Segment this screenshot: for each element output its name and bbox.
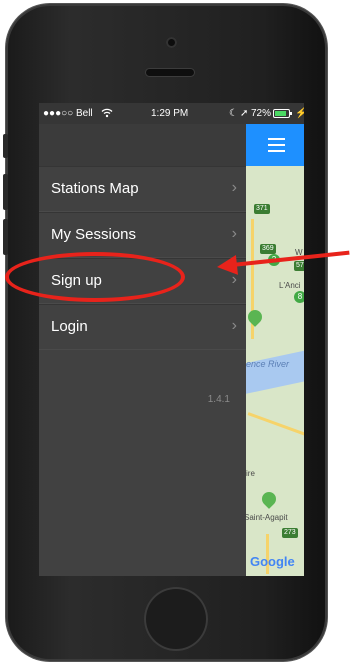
map-view[interactable]: 371 369 2 W 57 L'Anci 8 ence River ire S… [246,124,304,576]
map-label: ire [246,469,255,478]
moon-icon: ☾ [229,108,238,119]
home-button[interactable] [144,587,208,651]
earpiece-speaker [146,69,194,76]
chevron-right-icon: › [231,179,237,196]
side-menu: Stations Map › My Sessions › Sign up › L… [39,124,246,576]
wifi-icon [101,108,113,121]
menu-item-my-sessions[interactable]: My Sessions › [39,212,246,258]
battery-percent: 72% [251,108,272,119]
menu-header [39,124,246,166]
carrier-label: ●●●○○ Bell [43,108,93,119]
menu-item-stations-map[interactable]: Stations Map › [39,166,246,212]
map-label: Saint-Agapit [246,513,288,522]
status-time: 1:29 PM [151,108,189,119]
station-cluster-badge[interactable]: 8 [294,291,304,303]
road-shield: 57 [294,261,304,271]
station-pin-icon[interactable] [246,307,265,327]
river-shape [246,346,304,396]
chevron-right-icon: › [231,225,237,242]
road-shield: 273 [282,528,298,538]
menu-toggle-button[interactable] [246,124,304,166]
mute-switch [3,134,8,158]
annotation-circle [5,252,185,302]
google-logo: Google [250,554,295,569]
map-label: L'Anci [279,281,301,290]
menu-item-label: Login [51,318,88,335]
menu-item-label: Stations Map [51,180,139,197]
battery-icon [273,109,293,121]
road-shield: 369 [260,244,276,254]
hamburger-icon-line [268,144,285,146]
river-label: ence River [246,359,290,369]
volume-up-button [3,174,8,210]
chevron-right-icon: › [231,317,237,334]
front-camera [166,37,177,48]
station-pin-icon[interactable] [259,489,279,509]
phone-frame: ●●●○○ Bell 1:29 PM ☾ ➚ 72% ⚡ Stations Ma… [3,4,327,661]
app-version: 1.4.1 [207,394,230,405]
charging-icon: ⚡ [295,108,304,119]
annotation-arrow-head [216,255,238,277]
road-line [247,412,304,439]
hamburger-icon [268,138,285,140]
screen: ●●●○○ Bell 1:29 PM ☾ ➚ 72% ⚡ Stations Ma… [39,103,304,576]
status-bar: ●●●○○ Bell 1:29 PM ☾ ➚ 72% ⚡ [39,103,304,124]
volume-down-button [3,219,8,255]
location-icon: ➚ [240,108,249,119]
road-shield: 371 [254,204,270,214]
hamburger-icon-line [268,150,285,152]
menu-item-login[interactable]: Login › [39,304,246,350]
menu-item-label: My Sessions [51,226,137,243]
